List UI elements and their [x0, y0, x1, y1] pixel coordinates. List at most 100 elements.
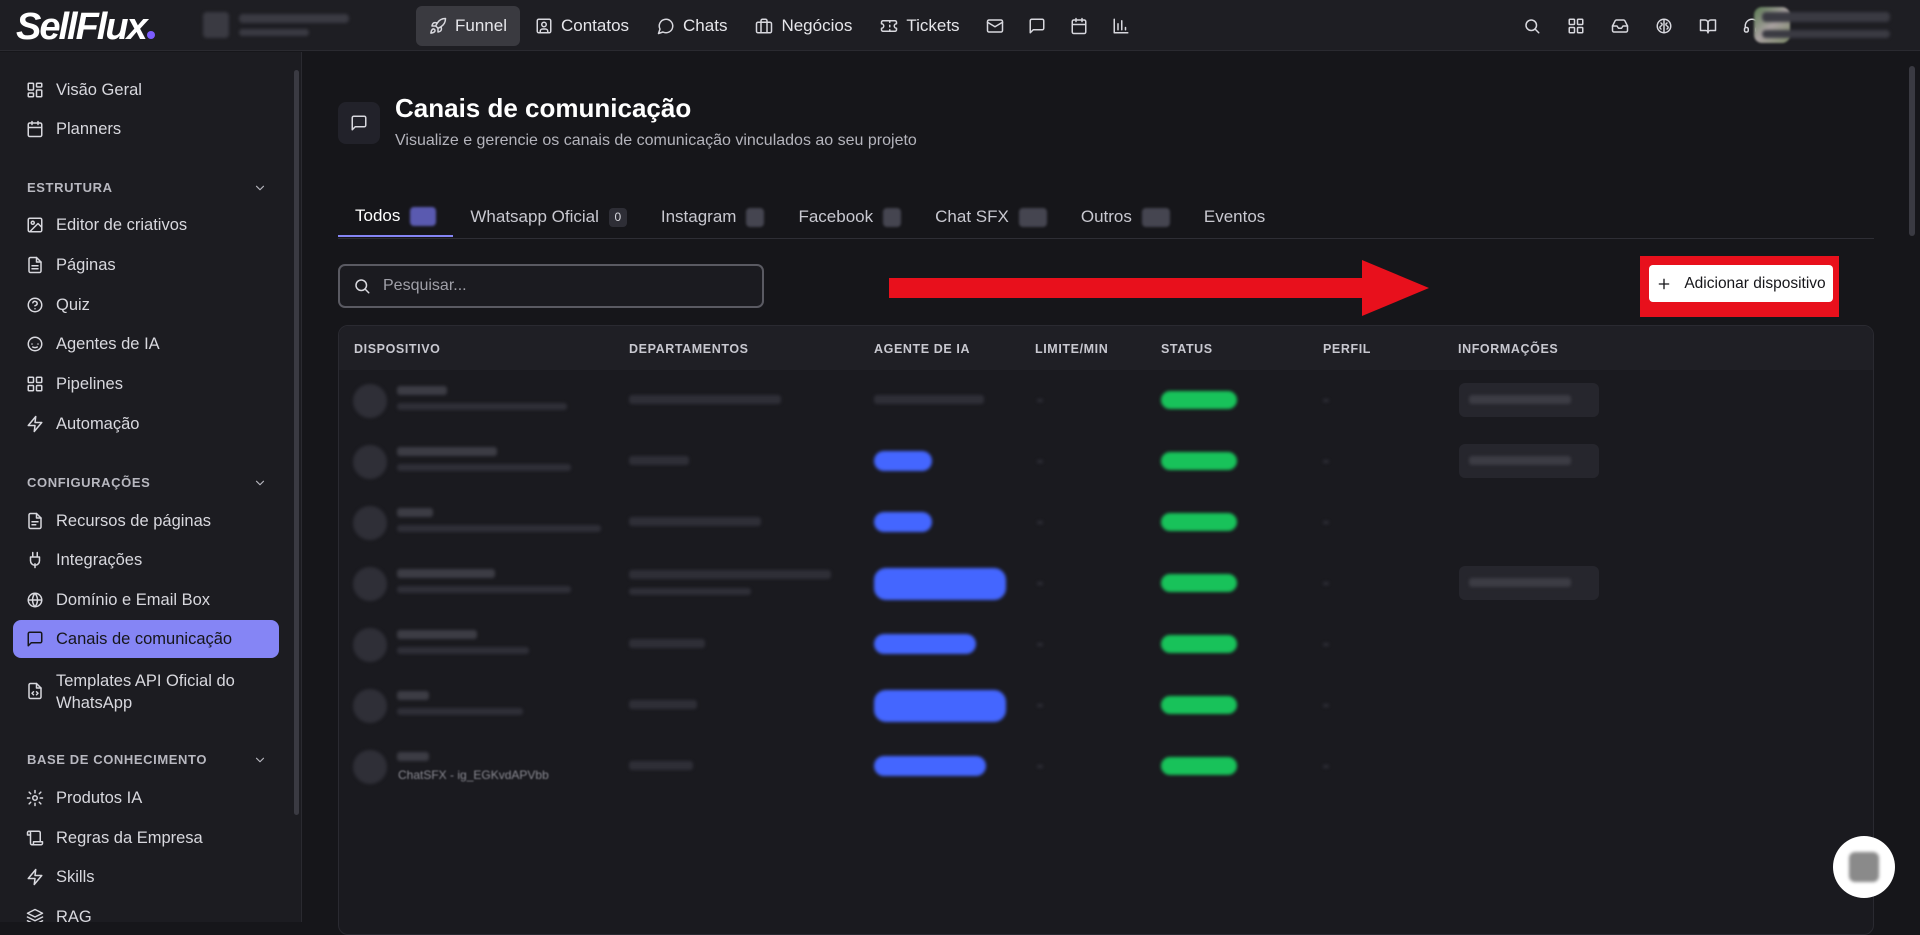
sidebar-item-agentes-ia[interactable]: Agentes de IA — [13, 325, 279, 363]
sidebar-item-paginas[interactable]: Páginas — [13, 246, 279, 284]
department-blurred — [629, 517, 761, 526]
tab-chat-sfx[interactable]: Chat SFX — [918, 197, 1064, 237]
sidebar-item-templates-whatsapp[interactable]: Templates API Oficial do WhatsApp — [13, 661, 279, 719]
tab-whatsapp-oficial[interactable]: Whatsapp Oficial 0 — [453, 197, 644, 237]
limit-empty — [1037, 399, 1043, 402]
nav-negocios[interactable]: Negócios — [742, 6, 865, 46]
layers-icon — [26, 908, 44, 922]
add-device-button[interactable]: Adicionar dispositivo — [1649, 265, 1833, 302]
sidebar-item-recursos-paginas[interactable]: Recursos de páginas — [13, 502, 279, 540]
chevron-down-icon — [255, 757, 265, 762]
sidebar-item-dominio-email[interactable]: Domínio e Email Box — [13, 581, 279, 619]
table-row[interactable]: ChatSFX - ig_EGKvdAPVbb — [339, 737, 1873, 798]
limit-empty — [1037, 582, 1043, 585]
status-badge — [1161, 574, 1237, 592]
sidebar-item-automacao[interactable]: Automação — [13, 405, 279, 443]
sidebar-item-pipelines[interactable]: Pipelines — [13, 365, 279, 403]
nav-tickets[interactable]: Tickets — [867, 6, 972, 46]
sidebar-item-integracoes[interactable]: Integrações — [13, 541, 279, 579]
docs-button[interactable] — [1688, 6, 1728, 46]
device-avatar — [353, 384, 387, 418]
file-icon — [28, 256, 42, 274]
limit-empty — [1037, 643, 1043, 646]
nav-funnel[interactable]: Funnel — [416, 6, 520, 46]
search-input[interactable] — [383, 277, 743, 295]
tab-facebook[interactable]: Facebook — [781, 197, 918, 237]
grid-icon — [1568, 18, 1584, 34]
sidebar-scrollbar[interactable] — [294, 70, 299, 815]
table-row[interactable] — [339, 371, 1873, 432]
nav-contatos[interactable]: Contatos — [522, 6, 642, 46]
profile-empty — [1323, 704, 1329, 707]
tab-instagram[interactable]: Instagram — [644, 197, 782, 237]
table-row[interactable] — [339, 432, 1873, 493]
sidebar-item-label: Canais de comunicação — [56, 629, 233, 648]
agent-badge — [874, 756, 986, 776]
tab-outros[interactable]: Outros — [1064, 197, 1187, 237]
calendar-icon — [1071, 17, 1087, 35]
search-box[interactable] — [338, 264, 764, 308]
profile-empty — [1323, 643, 1329, 646]
ai-brain-button[interactable] — [1644, 6, 1684, 46]
support-chat-widget[interactable] — [1833, 836, 1895, 898]
sidebar-item-produtos-ia[interactable]: Produtos IA — [13, 779, 279, 817]
apps-button[interactable] — [1556, 6, 1596, 46]
column-header-perfil: PERFIL — [1323, 342, 1372, 356]
sidebar-item-skills[interactable]: Skills — [13, 858, 279, 896]
sidebar-item-regras-empresa[interactable]: Regras da Empresa — [13, 819, 279, 857]
info-button[interactable] — [1459, 444, 1599, 478]
section-configuracoes[interactable]: CONFIGURAÇÕES — [27, 475, 267, 490]
column-header-departamentos: DEPARTAMENTOS — [629, 342, 749, 356]
nav-email[interactable] — [975, 6, 1015, 46]
column-header-informacoes: INFORMAÇÕES — [1458, 342, 1559, 356]
tab-label: Chat SFX — [935, 207, 1009, 226]
section-base-conhecimento[interactable]: BASE DE CONHECIMENTO — [27, 752, 267, 767]
tab-eventos[interactable]: Eventos — [1187, 197, 1282, 237]
sidebar-item-editor-criativos[interactable]: Editor de criativos — [13, 206, 279, 244]
annotation-arrow-head — [1362, 260, 1429, 316]
nav-messages[interactable] — [1017, 6, 1057, 46]
device-id-blurred — [397, 464, 571, 471]
image-plus-icon — [27, 217, 43, 233]
table-row[interactable] — [339, 615, 1873, 676]
sidebar-item-label: Visão Geral — [56, 80, 142, 99]
sidebar-item-rag[interactable]: RAG — [13, 898, 279, 922]
section-title: CONFIGURAÇÕES — [27, 475, 151, 490]
inbox-button[interactable] — [1600, 6, 1640, 46]
section-title: BASE DE CONHECIMENTO — [27, 752, 208, 767]
nav-reports[interactable] — [1101, 6, 1141, 46]
top-navigation-bar: SellFlux Funnel Contatos Chats Negócios … — [0, 0, 1920, 51]
annotation-arrow-shaft — [889, 278, 1364, 298]
project-selector[interactable] — [203, 9, 393, 41]
table-row[interactable] — [339, 676, 1873, 737]
table-row[interactable] — [339, 554, 1873, 615]
device-name-blurred — [397, 691, 429, 700]
sidebar-item-visao-geral[interactable]: Visão Geral — [13, 71, 279, 109]
main-content: Canais de comunicação Visualize e gerenc… — [303, 52, 1920, 935]
global-search-button[interactable] — [1512, 6, 1552, 46]
column-header-limite: LIMITE/MIN — [1035, 342, 1109, 356]
device-name-blurred — [397, 569, 495, 578]
logo-dot — [146, 31, 155, 39]
info-button[interactable] — [1459, 566, 1599, 600]
sellflux-logo[interactable]: SellFlux — [16, 6, 155, 49]
limit-empty — [1037, 460, 1043, 463]
department-blurred — [629, 570, 831, 579]
book-open-icon — [1699, 19, 1717, 34]
tab-label: Facebook — [798, 207, 874, 226]
plus-icon — [1659, 278, 1670, 289]
user-name-blurred[interactable] — [1762, 12, 1890, 22]
info-button[interactable] — [1459, 383, 1599, 417]
add-device-label: Adicionar dispositivo — [1684, 274, 1826, 292]
table-row[interactable] — [339, 493, 1873, 554]
sidebar-item-canais-comunicacao[interactable]: Canais de comunicação — [13, 620, 279, 658]
nav-chats[interactable]: Chats — [644, 6, 740, 46]
sidebar-item-planners[interactable]: Planners — [13, 110, 279, 148]
sidebar-item-quiz[interactable]: Quiz — [13, 286, 279, 324]
section-estrutura[interactable]: ESTRUTURA — [27, 180, 267, 195]
main-scrollbar[interactable] — [1909, 66, 1915, 236]
nav-calendar[interactable] — [1059, 6, 1099, 46]
tab-todos[interactable]: Todos — [338, 197, 454, 237]
profile-empty — [1323, 399, 1329, 402]
agent-badge — [874, 512, 932, 532]
